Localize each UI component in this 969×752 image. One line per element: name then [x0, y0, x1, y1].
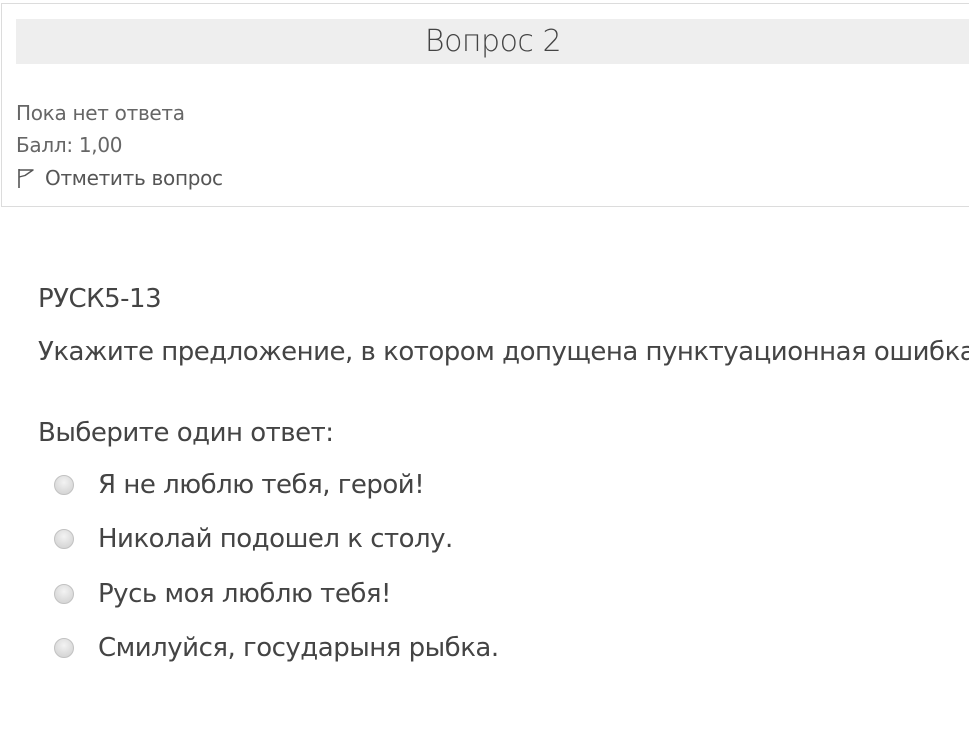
answer-label[interactable]: Русь моя люблю тебя! [98, 579, 391, 609]
question-number-title: Вопрос 2 [424, 24, 562, 59]
answer-option-4[interactable]: Смилуйся, государыня рыбка. [54, 632, 499, 664]
radio-button[interactable] [54, 529, 74, 549]
answer-option-1[interactable]: Я не люблю тебя, герой! [54, 469, 425, 501]
flag-question-link[interactable]: Отметить вопрос [16, 165, 223, 191]
radio-button[interactable] [54, 584, 74, 604]
flag-question-label: Отметить вопрос [45, 166, 223, 190]
answer-prompt: Выберите один ответ: [38, 418, 334, 448]
radio-button[interactable] [54, 638, 74, 658]
answer-label[interactable]: Смилуйся, государыня рыбка. [98, 633, 499, 663]
answer-option-2[interactable]: Николай подошел к столу. [54, 523, 453, 555]
question-info-panel: Вопрос 2 Пока нет ответа Балл: 1,00 Отме… [1, 3, 969, 207]
answer-label[interactable]: Николай подошел к столу. [98, 524, 453, 554]
question-grade: Балл: 1,00 [16, 133, 123, 157]
answer-option-3[interactable]: Русь моя люблю тебя! [54, 578, 391, 610]
question-text: Укажите предложение, в котором допущена … [38, 337, 969, 367]
flag-icon [16, 167, 36, 189]
radio-button[interactable] [54, 475, 74, 495]
question-code: РУСК5-13 [38, 284, 162, 314]
question-number-bar: Вопрос 2 [16, 19, 969, 64]
question-state: Пока нет ответа [16, 101, 185, 125]
answer-label[interactable]: Я не люблю тебя, герой! [98, 470, 425, 500]
